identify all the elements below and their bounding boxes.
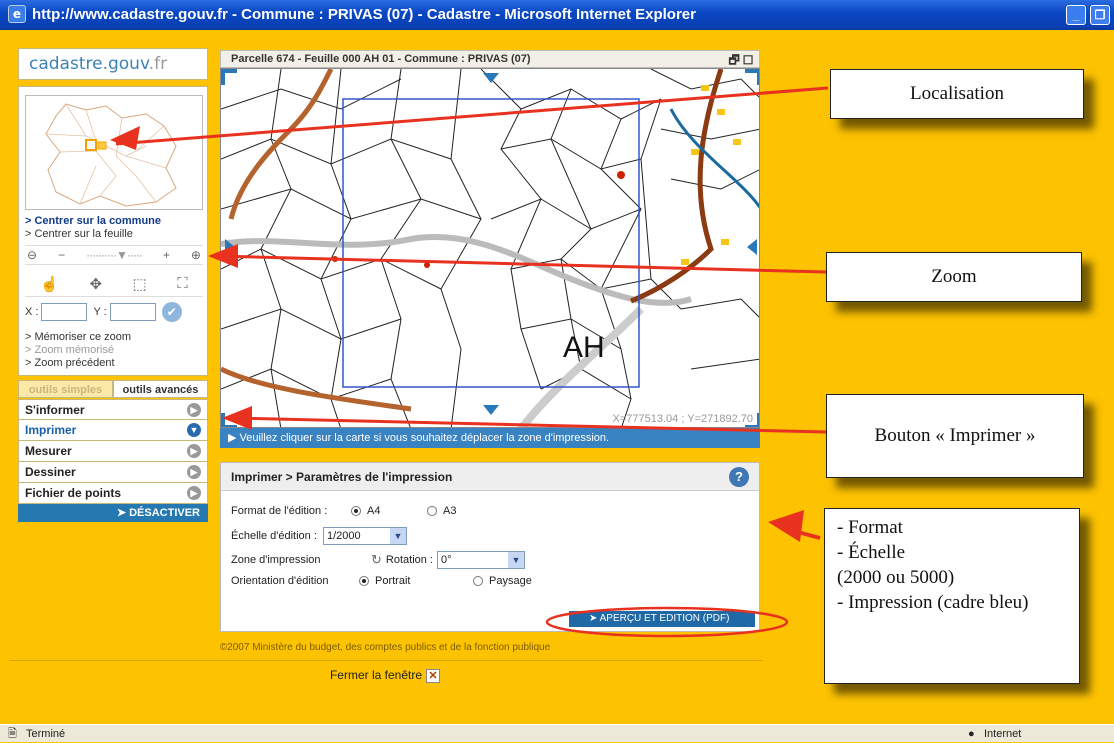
arrow-format-head — [768, 510, 804, 542]
arrow-zoom-head — [208, 244, 238, 268]
internet-zone-label: Internet — [984, 728, 1022, 740]
internet-zone-icon: ● — [968, 728, 975, 740]
highlight-ellipse — [545, 606, 789, 638]
arrow-localisation-head — [110, 126, 140, 150]
status-bar: 🗎 Terminé ● Internet — [0, 724, 1114, 742]
status-text: Terminé — [26, 728, 66, 740]
arrow-imprimer-head — [222, 406, 252, 430]
page-icon: 🗎 — [8, 728, 17, 740]
annotation-arrows — [110, 86, 829, 638]
